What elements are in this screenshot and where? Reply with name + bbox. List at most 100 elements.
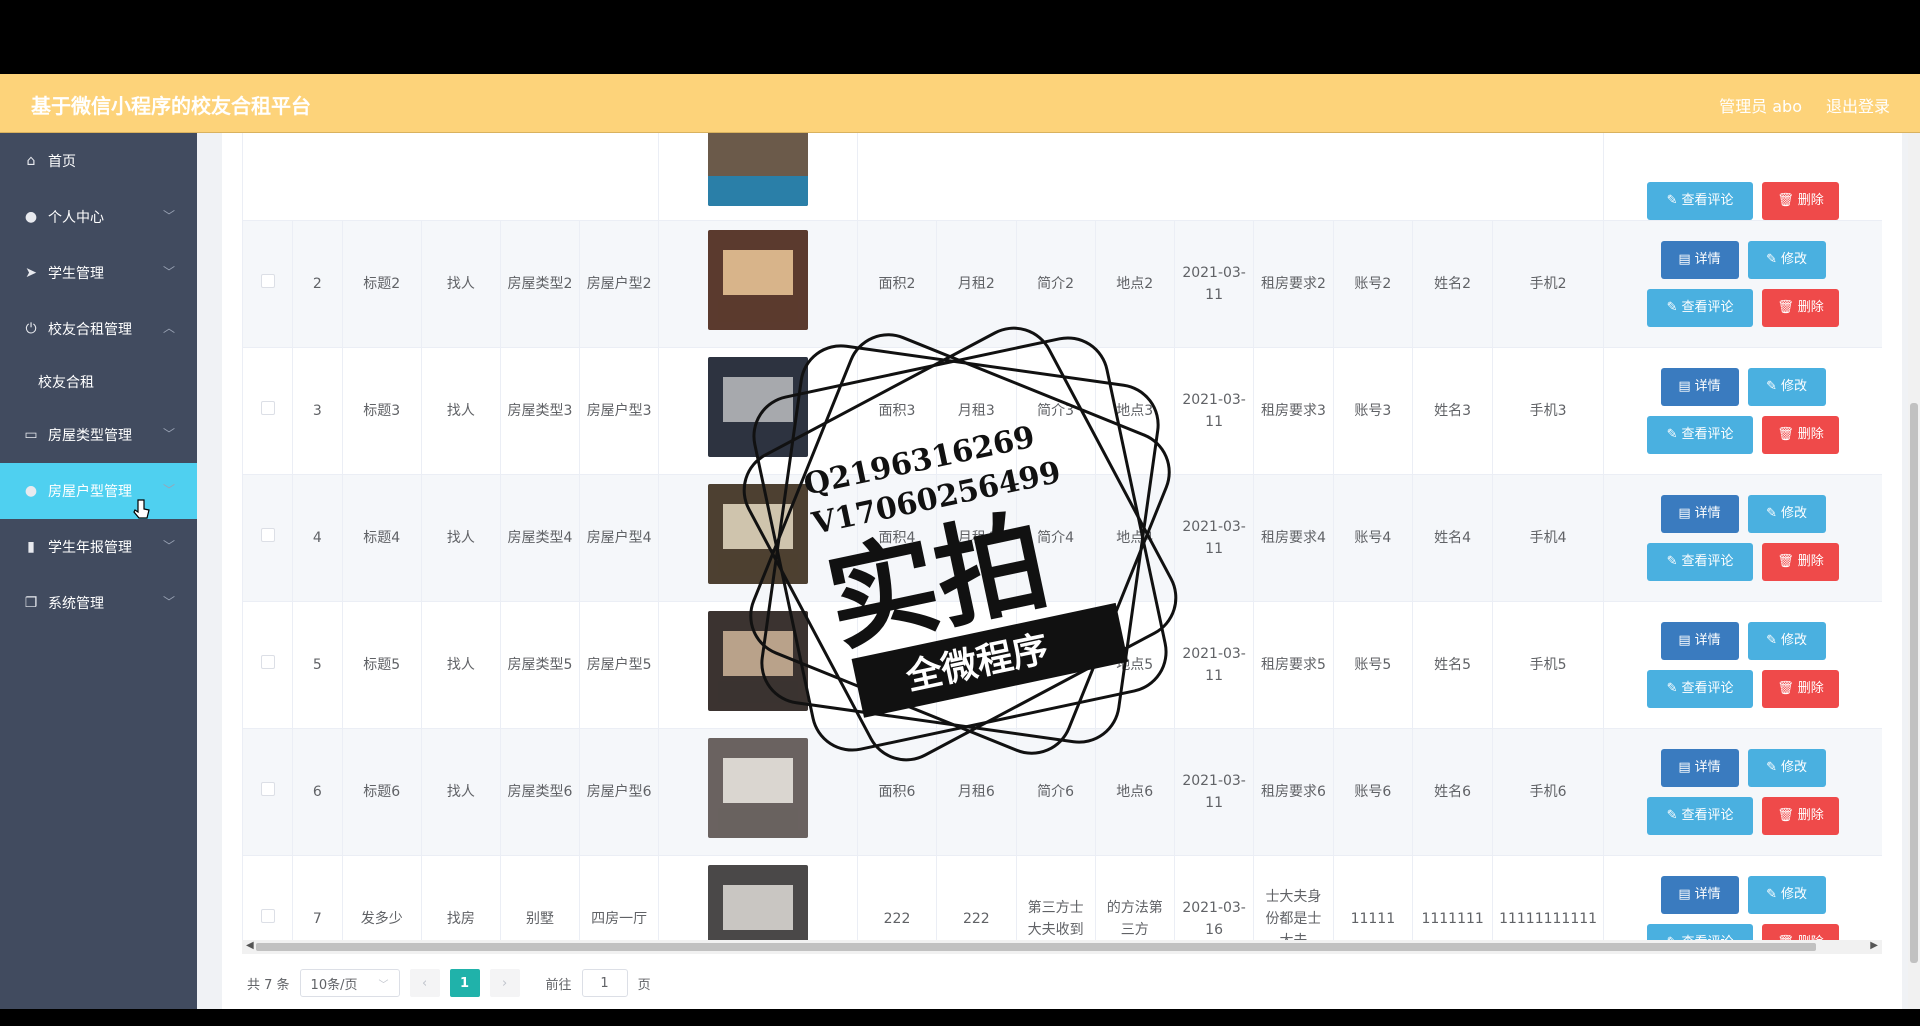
table-body: ✎ 查看评论 🗑 删除 2 标题2 找人 房屋类型2 房屋户型2 面积2 月租2 简介2 地点2 20…: [243, 133, 1882, 940]
delete-button[interactable]: 🗑删除: [1762, 415, 1840, 454]
logout-link[interactable]: 退出登录: [1826, 93, 1890, 117]
view-comments-button[interactable]: ✎查看评论: [1647, 923, 1754, 940]
detail-button[interactable]: ▤ 详情: [1660, 494, 1739, 533]
row-checkbox[interactable]: [260, 781, 275, 796]
edit-button[interactable]: ✎ 修改: [1747, 240, 1826, 279]
sidebar-item-home[interactable]: ⌂ 首页: [0, 133, 197, 189]
prev-page-button[interactable]: ‹: [409, 969, 440, 997]
chevron-down-icon: ﹀: [378, 979, 389, 991]
sidebar-item-house-layouts[interactable]: ● 房屋户型管理 ﹀: [0, 463, 197, 519]
cell-area: 222: [883, 910, 911, 927]
cell-title: 标题6: [363, 783, 401, 800]
top-bar: 基于微信小程序的校友合租平台 管理员 abo 退出登录: [0, 74, 1920, 133]
edit-button[interactable]: ✎ 修改: [1747, 621, 1826, 660]
house-thumbnail: [708, 738, 809, 838]
cell-phone: 手机6: [1529, 783, 1567, 800]
page-size-select[interactable]: 10条/页 ﹀: [299, 969, 400, 997]
edit-button[interactable]: ✎ 修改: [1747, 367, 1826, 406]
row-checkbox[interactable]: [260, 527, 275, 542]
cell-layout: 房屋户型3: [586, 402, 652, 419]
cell-place: 地点2: [1116, 275, 1154, 292]
delete-button[interactable]: 🗑删除: [1762, 923, 1840, 941]
cell-area: 面积2: [878, 275, 916, 292]
cell-phone: 手机2: [1529, 275, 1567, 292]
table-row: 3 标题3 找人 房屋类型3 房屋户型3 面积3 月租3 简介3 地点3 2021-03-11 租房…: [243, 347, 1882, 475]
cell-type: 找人: [446, 783, 475, 800]
horizontal-scrollbar[interactable]: ◀ ▶: [242, 940, 1882, 954]
chevron-down-icon: ﹀: [162, 483, 175, 497]
detail-button[interactable]: ▤ 详情: [1660, 621, 1739, 660]
cell-housetype: 房屋类型3: [507, 402, 573, 419]
sidebar-item-annual-reports[interactable]: ▮ 学生年报管理 ﹀: [0, 519, 197, 575]
edit-button[interactable]: ✎ 修改: [1747, 494, 1826, 533]
scroll-left-icon[interactable]: ◀: [246, 940, 254, 951]
sidebar-item-house-types[interactable]: ▭ 房屋类型管理 ﹀: [0, 407, 197, 463]
page-button-current[interactable]: 1: [449, 969, 480, 997]
cell-req: 租房要求5: [1260, 656, 1326, 673]
scrollbar-thumb[interactable]: [256, 943, 1816, 951]
cell-name: 姓名6: [1434, 783, 1472, 800]
delete-button[interactable]: 🗑删除: [1762, 669, 1840, 708]
scroll-right-icon[interactable]: ▶: [1870, 940, 1878, 951]
cell-title: 标题5: [363, 656, 401, 673]
cell-place: 地点4: [1116, 529, 1154, 546]
cell-rent: 月租2: [957, 275, 995, 292]
trash-icon: 🗑: [1777, 932, 1794, 941]
detail-button[interactable]: ▤ 详情: [1660, 875, 1739, 914]
edit-button[interactable]: ✎ 修改: [1747, 748, 1826, 787]
edit-icon: ✎: [1666, 299, 1678, 315]
edit-icon: ✎: [1666, 192, 1678, 208]
sidebar-subitem-coshare[interactable]: 校友合租: [0, 357, 197, 407]
total-count: 共 7 条: [247, 977, 290, 993]
vertical-scrollbar-thumb[interactable]: [1910, 403, 1918, 963]
delete-button[interactable]: 🗑删除: [1762, 181, 1840, 220]
row-checkbox[interactable]: [260, 908, 275, 923]
table-row: 4 标题4 找人 房屋类型4 房屋户型4 面积4 月租4 简介4 地点4 2021-03-11 租房…: [243, 474, 1882, 602]
vertical-scrollbar[interactable]: [1908, 133, 1920, 1009]
cell-title: 发多少: [360, 910, 403, 927]
app-frame: 基于微信小程序的校友合租平台 管理员 abo 退出登录 ⌂ 首页 ● 个人中心 ﹀ ➤…: [0, 74, 1920, 1009]
cell-name: 1111111: [1421, 910, 1484, 927]
delete-button[interactable]: 🗑删除: [1762, 542, 1840, 581]
delete-button[interactable]: 🗑删除: [1762, 288, 1840, 327]
document-icon: ▤: [1678, 886, 1691, 902]
cell-area: 面积6: [878, 783, 916, 800]
cell-phone: 手机3: [1529, 402, 1567, 419]
sidebar-item-coshare[interactable]: ⏻ 校友合租管理 ︿: [0, 301, 197, 357]
detail-button[interactable]: ▤ 详情: [1660, 367, 1739, 406]
document-icon: ▤: [1678, 632, 1691, 648]
cell-intro: 简介3: [1037, 402, 1075, 419]
cell-area: 面积3: [878, 402, 916, 419]
cell-name: 姓名5: [1434, 656, 1472, 673]
house-thumbnail: [708, 133, 809, 207]
copy-icon: ❐: [24, 595, 38, 611]
view-comments-button[interactable]: ✎查看评论: [1647, 181, 1754, 220]
goto-page-input[interactable]: 1: [581, 969, 628, 997]
cell-id: 7: [312, 910, 322, 927]
edit-button[interactable]: ✎ 修改: [1747, 875, 1826, 914]
cell-id: 2: [312, 275, 322, 292]
chevron-down-icon: ﹀: [162, 539, 175, 553]
cell-phone: 手机5: [1529, 656, 1567, 673]
cell-account: 账号5: [1354, 656, 1392, 673]
delete-button[interactable]: 🗑删除: [1762, 796, 1840, 835]
view-comments-button[interactable]: ✎查看评论: [1647, 542, 1754, 581]
sidebar-item-students[interactable]: ➤ 学生管理 ﹀: [0, 245, 197, 301]
cell-layout: 房屋户型6: [586, 783, 652, 800]
cell-req: 士大夫身份都是士大夫: [1265, 888, 1322, 941]
sidebar-item-profile[interactable]: ● 个人中心 ﹀: [0, 189, 197, 245]
detail-button[interactable]: ▤ 详情: [1660, 748, 1739, 787]
view-comments-button[interactable]: ✎查看评论: [1647, 415, 1754, 454]
cell-place: 地点3: [1116, 402, 1154, 419]
row-checkbox[interactable]: [260, 273, 275, 288]
cell-date: 2021-03-11: [1182, 645, 1246, 684]
detail-button[interactable]: ▤ 详情: [1660, 240, 1739, 279]
sidebar-item-system[interactable]: ❐ 系统管理 ﹀: [0, 575, 197, 631]
row-checkbox[interactable]: [260, 400, 275, 415]
view-comments-button[interactable]: ✎查看评论: [1647, 669, 1754, 708]
view-comments-button[interactable]: ✎查看评论: [1647, 796, 1754, 835]
house-thumbnail: [708, 611, 809, 711]
view-comments-button[interactable]: ✎查看评论: [1647, 288, 1754, 327]
row-checkbox[interactable]: [260, 654, 275, 669]
next-page-button[interactable]: ›: [489, 969, 520, 997]
